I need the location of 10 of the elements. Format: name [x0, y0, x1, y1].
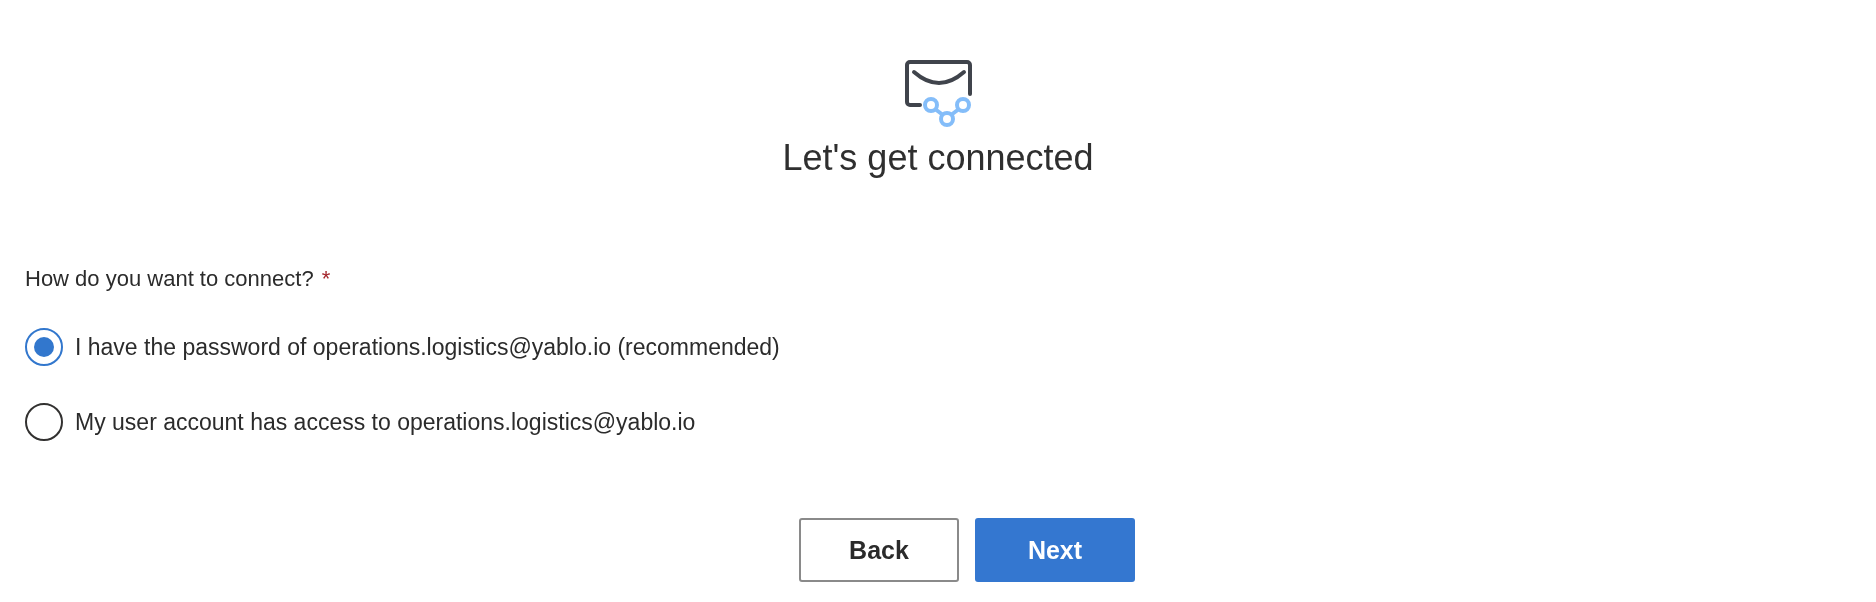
radio-button[interactable]	[25, 403, 63, 441]
radio-button[interactable]	[25, 328, 63, 366]
next-button[interactable]: Next	[975, 518, 1135, 582]
required-mark: *	[321, 266, 331, 292]
mail-connection-icon	[904, 58, 974, 130]
back-button[interactable]: Back	[799, 518, 959, 582]
option-label[interactable]: My user account has access to operations.logistics@yablo.io	[75, 408, 696, 436]
page-title: Let's get connected	[782, 136, 1094, 180]
option-label[interactable]: I have the password of operations.logistics@yablo.io (recommended)	[75, 333, 780, 361]
question-label: How do you want to connect?	[25, 266, 314, 292]
